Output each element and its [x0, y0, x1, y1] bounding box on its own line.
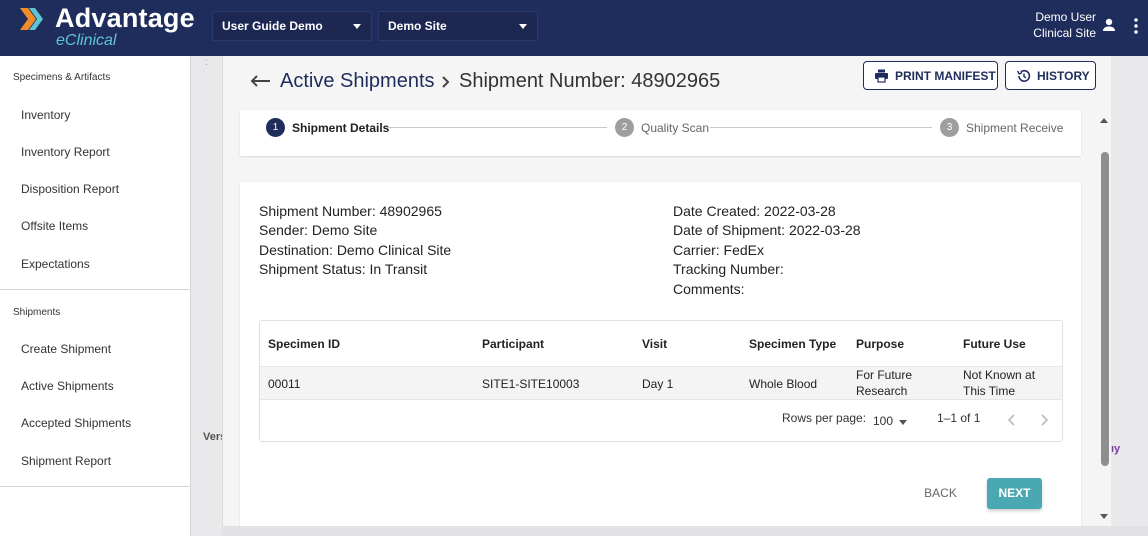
study-select-value: User Guide Demo	[222, 19, 323, 33]
column-header-specimen-id[interactable]: Specimen ID	[268, 337, 340, 351]
shipment-status-text: Shipment Status: In Transit	[259, 261, 428, 277]
cell-visit: Day 1	[642, 377, 674, 391]
print-manifest-button[interactable]: PRINT MANIFEST	[863, 61, 998, 90]
user-name: Demo User	[1035, 10, 1096, 24]
step-1-label: Shipment Details	[292, 121, 390, 135]
cell-specimen-type: Whole Blood	[749, 377, 818, 391]
sidebar-section-title: Shipments	[13, 307, 61, 318]
next-button[interactable]: NEXT	[987, 478, 1042, 509]
sidebar-divider	[0, 486, 191, 487]
page-title: Shipment Number: 48902965	[459, 70, 721, 92]
sidebar-item-accepted-shipments[interactable]: Accepted Shipments	[21, 416, 131, 430]
site-select[interactable]: Demo Site	[378, 11, 538, 41]
column-header-purpose[interactable]: Purpose	[856, 337, 904, 351]
cell-specimen-id: 00011	[268, 377, 301, 391]
gutter-mark: :	[205, 57, 208, 68]
history-button[interactable]: HISTORY	[1005, 61, 1096, 90]
user-role: Clinical Site	[1033, 26, 1096, 40]
person-icon[interactable]	[1101, 17, 1117, 33]
chevron-right-icon	[442, 76, 450, 88]
date-created-text: Date Created: 2022-03-28	[673, 203, 836, 219]
sidebar-divider	[0, 289, 191, 290]
print-manifest-label: PRINT MANIFEST	[895, 69, 996, 83]
comments-text: Comments:	[673, 281, 745, 297]
step-3-number: 3	[940, 118, 959, 137]
date-of-shipment-text: Date of Shipment: 2022-03-28	[673, 222, 861, 238]
stepper: 1 Shipment Details 2 Quality Scan 3 Ship…	[240, 110, 1081, 156]
more-vert-icon[interactable]	[1131, 17, 1141, 35]
scroll-down-icon[interactable]	[1100, 514, 1108, 519]
cell-future-use: Not Known at This Time	[963, 368, 1036, 398]
chevron-left-icon[interactable]	[1007, 413, 1017, 427]
chevron-down-icon	[353, 24, 361, 29]
breadcrumb-active-shipments[interactable]: Active Shipments	[280, 70, 435, 93]
rows-per-page-value: 100	[873, 414, 894, 428]
step-connector	[710, 127, 932, 128]
site-select-value: Demo Site	[388, 19, 447, 33]
user-info: Demo User Clinical Site	[1033, 9, 1096, 41]
sidebar-item-expectations[interactable]: Expectations	[21, 257, 90, 271]
column-header-future-use[interactable]: Future Use	[963, 337, 1026, 351]
cell-purpose: For Future Research	[856, 368, 913, 398]
logo-wordmark: Advantage	[55, 3, 195, 33]
edge-text-fragment: ıy	[1111, 443, 1121, 455]
history-icon	[1016, 69, 1031, 82]
top-app-bar: Advantage eClinical User Guide Demo Demo…	[0, 0, 1148, 56]
specimen-table: Specimen ID Participant Visit Specimen T…	[259, 320, 1063, 442]
sidebar-item-offsite-items[interactable]: Offsite Items	[21, 219, 88, 233]
sidebar-item-inventory[interactable]: Inventory	[21, 108, 70, 122]
sidebar-item-active-shipments[interactable]: Active Shipments	[21, 379, 114, 393]
destination-text: Destination: Demo Clinical Site	[259, 242, 452, 258]
shipment-number-text: Shipment Number: 48902965	[259, 203, 442, 219]
cell-participant: SITE1-SITE10003	[482, 377, 580, 391]
column-header-participant[interactable]: Participant	[482, 337, 544, 351]
pagination-range: 1–1 of 1	[937, 411, 981, 425]
logo-chevron-icon	[20, 8, 43, 30]
rows-per-page-label: Rows per page:	[782, 411, 867, 425]
study-select[interactable]: User Guide Demo	[212, 11, 372, 41]
step-connector	[385, 127, 607, 128]
advantage-logo[interactable]: Advantage eClinical	[18, 2, 198, 54]
sidebar-nav: Specimens & Artifacts Inventory Inventor…	[0, 56, 191, 536]
scrollbar-thumb[interactable]	[1101, 152, 1109, 466]
logo-subtitle: eClinical	[56, 32, 117, 49]
sidebar-item-create-shipment[interactable]: Create Shipment	[21, 342, 111, 356]
sidebar-item-inventory-report[interactable]: Inventory Report	[21, 145, 110, 159]
rows-per-page-select[interactable]: 100	[872, 411, 912, 429]
chevron-down-icon	[519, 24, 527, 29]
chevron-down-icon	[899, 420, 907, 425]
sender-text: Sender: Demo Site	[259, 222, 378, 238]
column-header-visit[interactable]: Visit	[642, 337, 667, 351]
step-2-label: Quality Scan	[641, 121, 710, 135]
printer-icon	[875, 69, 888, 83]
back-arrow-icon[interactable]	[249, 73, 271, 89]
bottom-strip	[222, 526, 1148, 536]
back-button[interactable]: BACK	[912, 478, 969, 508]
sidebar-item-disposition-report[interactable]: Disposition Report	[21, 182, 119, 196]
sidebar-section-title: Specimens & Artifacts	[13, 72, 111, 83]
history-label: HISTORY	[1037, 69, 1090, 83]
step-3-label: Shipment Receive	[966, 121, 1064, 135]
tracking-number-text: Tracking Number:	[673, 261, 784, 277]
step-2-number: 2	[615, 118, 634, 137]
carrier-text: Carrier: FedEx	[673, 242, 765, 258]
sidebar-item-shipment-report[interactable]: Shipment Report	[21, 454, 111, 468]
step-1-number: 1	[266, 118, 285, 137]
column-header-specimen-type[interactable]: Specimen Type	[749, 337, 836, 351]
scroll-up-icon[interactable]	[1100, 118, 1108, 123]
chevron-right-icon[interactable]	[1039, 413, 1049, 427]
